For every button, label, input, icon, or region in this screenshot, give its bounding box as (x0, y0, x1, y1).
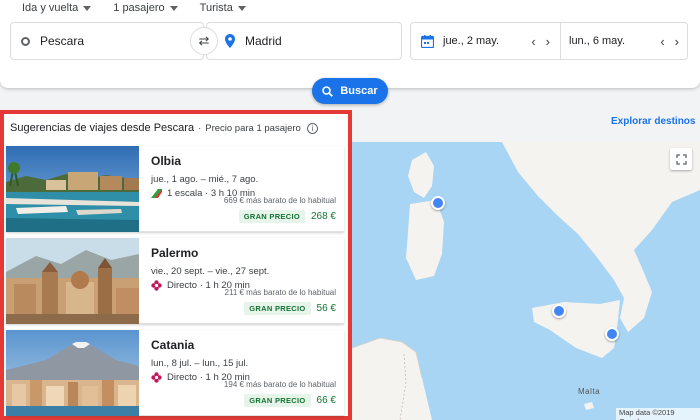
return-date-value: lun., 6 may. (569, 35, 626, 47)
search-button-label: Buscar (340, 85, 378, 97)
great-price-badge: GRAN PRECIO (244, 394, 311, 407)
search-button[interactable]: Buscar (312, 78, 388, 104)
great-price-badge: GRAN PRECIO (238, 210, 305, 223)
destination-field[interactable]: Madrid (206, 22, 402, 60)
info-icon[interactable]: i (306, 122, 318, 134)
calendar-icon (421, 34, 434, 48)
map-marker-olbia[interactable] (431, 196, 445, 210)
chevron-left-icon[interactable]: ‹ (527, 34, 539, 49)
origin-circle-icon (21, 36, 30, 46)
return-date-steppers: ‹ › (656, 34, 683, 49)
olbia-photo (6, 146, 139, 232)
palermo-photo (6, 238, 139, 324)
origin-value: Pescara (40, 34, 85, 48)
panel-subtitle: Precio para 1 pasajero (205, 122, 301, 134)
magnifier-icon (322, 85, 334, 97)
trip-savings: 669 € más barato de lo habitual (223, 196, 336, 205)
trip-price: 268 € (310, 211, 336, 222)
trip-dates: vie., 20 sept. – vie., 27 sept. (151, 266, 270, 277)
map-label-malta: Malta (578, 387, 601, 396)
trip-savings: 211 € más barato de lo habitual (224, 288, 336, 297)
panel-header: Sugerencias de viajes desde Pescara · Pr… (10, 122, 318, 134)
flights-page: Ida y vuelta 1 pasajero Turista Pescara … (0, 0, 700, 420)
passengers-label: 1 pasajero (113, 2, 165, 14)
trip-info: Catania lun., 8 jul. – lun., 15 jul. Dir… (139, 330, 344, 415)
trip-price: 56 € (316, 303, 336, 314)
location-pin-icon (225, 34, 235, 48)
map-marker-palermo[interactable] (552, 304, 566, 318)
great-price-badge: GRAN PRECIO (244, 302, 311, 315)
chevron-right-icon[interactable]: › (671, 34, 683, 49)
destination-value: Madrid (245, 34, 282, 48)
trip-suggestions-panel: Sugerencias de viajes desde Pescara · Pr… (0, 110, 352, 420)
swap-button[interactable]: ⇄ (190, 27, 218, 55)
origin-field[interactable]: Pescara (10, 22, 204, 60)
search-card: Ida y vuelta 1 pasajero Turista Pescara … (0, 0, 700, 88)
depart-date-value: jue., 2 may. (443, 35, 500, 47)
destinations-map[interactable] (352, 142, 700, 420)
chevron-right-icon[interactable]: › (542, 34, 554, 49)
panel-separator: · (198, 122, 202, 134)
caret-down-icon (169, 5, 178, 11)
trip-deal: GRAN PRECIO 268 € (238, 210, 336, 223)
trip-info: Palermo vie., 20 sept. – vie., 27 sept. … (139, 238, 344, 323)
swap-arrows-icon: ⇄ (198, 33, 210, 48)
map-land-shapes (352, 142, 700, 420)
fullscreen-expand-button[interactable] (670, 148, 692, 170)
trip-dates: jue., 1 ago. – mié., 7 ago. (151, 174, 259, 185)
trip-dates: lun., 8 jul. – lun., 15 jul. (151, 358, 249, 369)
trip-type-select[interactable]: Ida y vuelta (22, 2, 92, 14)
catania-photo (6, 330, 139, 416)
trip-card-olbia[interactable]: Olbia jue., 1 ago. – mié., 7 ago. 1 esca… (6, 146, 344, 232)
airline-logo-icon (151, 189, 162, 198)
depart-date-steppers: ‹ › (527, 34, 554, 49)
cabin-label: Turista (199, 2, 233, 14)
trip-info: Olbia jue., 1 ago. – mié., 7 ago. 1 esca… (139, 146, 344, 231)
trip-city: Olbia (151, 154, 182, 168)
trip-city: Palermo (151, 246, 199, 260)
caret-down-icon (83, 5, 92, 11)
map-marker-catania[interactable] (605, 327, 619, 341)
trip-deal: GRAN PRECIO 66 € (244, 394, 336, 407)
trip-card-palermo[interactable]: Palermo vie., 20 sept. – vie., 27 sept. … (6, 238, 344, 324)
trip-price: 66 € (316, 395, 336, 406)
trip-deal: GRAN PRECIO 56 € (244, 302, 336, 315)
trip-options: Ida y vuelta 1 pasajero Turista (22, 2, 246, 14)
trip-savings: 194 € más barato de lo habitual (223, 380, 336, 389)
passengers-select[interactable]: 1 pasajero (113, 2, 178, 14)
panel-title: Sugerencias de viajes desde Pescara (10, 122, 195, 134)
expand-icon (675, 153, 687, 165)
chevron-left-icon[interactable]: ‹ (656, 34, 668, 49)
trip-type-label: Ida y vuelta (22, 2, 79, 14)
return-date-field[interactable]: lun., 6 may. ‹ › (561, 23, 687, 59)
trip-card-catania[interactable]: Catania lun., 8 jul. – lun., 15 jul. Dir… (6, 330, 344, 416)
cabin-select[interactable]: Turista (200, 2, 246, 14)
trip-city: Catania (151, 338, 195, 352)
explore-destinations-link[interactable]: Explorar destinos (611, 116, 695, 127)
airline-logo-icon (151, 280, 162, 291)
depart-date-field[interactable]: jue., 2 may. ‹ › (411, 23, 561, 59)
caret-down-icon (237, 5, 246, 11)
airline-logo-icon (151, 372, 162, 383)
map-attribution: Map data ©2019 Google (616, 408, 700, 420)
dates-field: jue., 2 may. ‹ › lun., 6 may. ‹ › (410, 22, 688, 60)
